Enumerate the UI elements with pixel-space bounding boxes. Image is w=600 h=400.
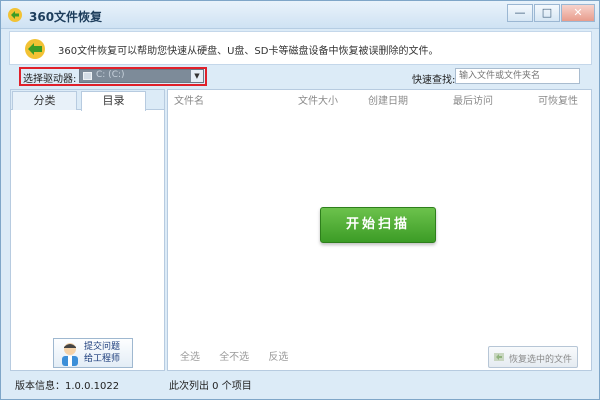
title-bar[interactable]: 360文件恢复 — □ ✕ [1, 1, 599, 29]
chevron-down-icon[interactable]: ▼ [191, 70, 203, 82]
submit-issue-button[interactable]: 提交问题 给工程师 [53, 338, 133, 368]
version-info: 版本信息：1.0.0.1022 [15, 381, 120, 392]
column-header-filename[interactable]: 文件名 [174, 92, 204, 107]
column-header-created[interactable]: 创建日期 [368, 92, 408, 107]
tab-category[interactable]: 分类 [12, 91, 77, 110]
column-header-last-access[interactable]: 最后访问 [453, 92, 493, 107]
window-title: 360文件恢复 [29, 10, 103, 24]
tab-directory[interactable]: 目录 [81, 91, 146, 111]
submit-issue-line2: 给工程师 [84, 354, 121, 364]
recover-selected-label: 恢复选中的文件 [509, 355, 573, 365]
submit-issue-line1: 提交问题 [84, 342, 121, 352]
search-label: 快速查找: [412, 75, 456, 86]
drive-toolbar: 选择驱动器: C: (C:) ▼ 快速查找: [9, 67, 592, 87]
submit-issue-label: 提交问题 给工程师 [84, 341, 120, 365]
recover-selected-button[interactable]: 恢复选中的文件 [488, 346, 578, 368]
column-header-size[interactable]: 文件大小 [298, 92, 338, 107]
search-input[interactable] [455, 68, 580, 84]
select-all-link[interactable]: 全选 [180, 352, 200, 363]
window-controls: — □ ✕ [507, 4, 595, 22]
drive-select[interactable]: C: (C:) ▼ [79, 69, 204, 83]
app-window: 360文件恢复 — □ ✕ 360文件恢复可以帮助您快速从硬盘、U盘、SD卡等磁… [0, 0, 600, 400]
close-button[interactable]: ✕ [561, 4, 595, 22]
recover-icon [494, 353, 504, 361]
select-none-link[interactable]: 全不选 [219, 352, 249, 363]
invert-selection-link[interactable]: 反选 [268, 352, 288, 363]
file-list-panel: 文件名 文件大小 创建日期 最后访问 可恢复性 开始扫描 全选 全不选 反选 恢… [167, 89, 592, 371]
drive-selected-value: C: (C:) [96, 70, 125, 80]
status-bar: 版本信息：1.0.0.1022 此次列出 0 个项目 [1, 373, 599, 399]
info-banner: 360文件恢复可以帮助您快速从硬盘、U盘、SD卡等磁盘设备中恢复被误删除的文件。 [9, 31, 592, 65]
info-text: 360文件恢复可以帮助您快速从硬盘、U盘、SD卡等磁盘设备中恢复被误删除的文件。 [58, 46, 439, 57]
item-count: 此次列出 0 个项目 [169, 381, 252, 392]
drive-icon [83, 72, 92, 80]
selection-links: 全选 全不选 反选 [180, 348, 304, 363]
recycle-arrow-icon [25, 39, 45, 59]
start-scan-button[interactable]: 开始扫描 [320, 207, 436, 243]
left-panel: 分类 目录 提交问题 给工程师 [10, 89, 165, 371]
minimize-button[interactable]: — [507, 4, 533, 22]
drive-label: 选择驱动器: [23, 74, 77, 85]
app-logo-icon [8, 8, 22, 22]
maximize-button[interactable]: □ [534, 4, 560, 22]
tab-bar: 分类 目录 [11, 90, 164, 111]
engineer-avatar-icon [62, 343, 78, 366]
column-header-recoverability[interactable]: 可恢复性 [538, 92, 578, 107]
